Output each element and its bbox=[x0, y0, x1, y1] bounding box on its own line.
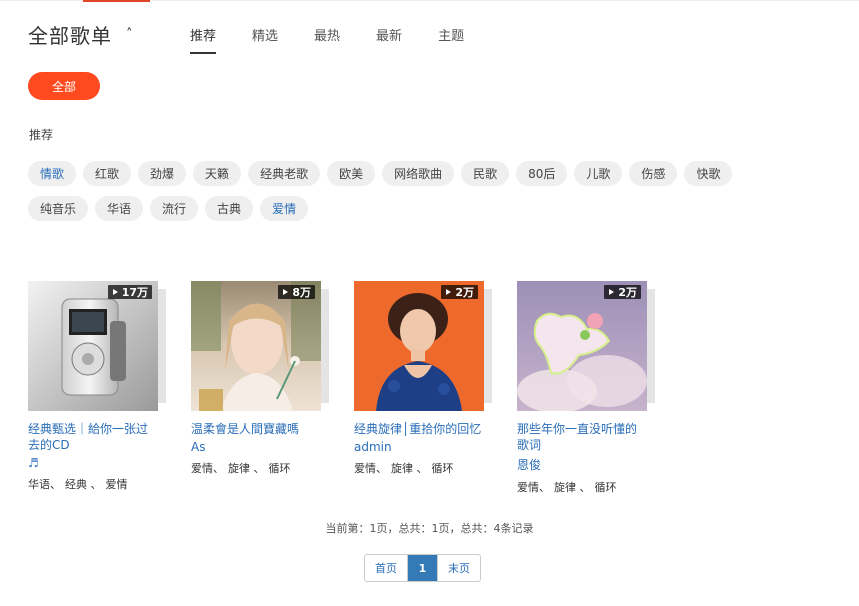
tab-theme[interactable]: 主题 bbox=[438, 25, 464, 54]
tag-chip[interactable]: 爱情 bbox=[260, 196, 309, 221]
playlist-card: 17万 经典甄选｜給你一张过去的CD ♬ 华语、 经典 、 爱情 bbox=[28, 281, 166, 495]
playlist-title[interactable]: 经典旋律│重拾你的回忆 bbox=[354, 421, 484, 437]
tag-chip[interactable]: 快歌 bbox=[684, 161, 733, 186]
first-page-button[interactable]: 首页 bbox=[365, 555, 407, 581]
tag-chip[interactable]: 流行 bbox=[150, 196, 199, 221]
tag-row: 纯音乐 华语 流行 古典 爱情 bbox=[28, 196, 808, 221]
tag-chip[interactable]: 天籁 bbox=[193, 161, 242, 186]
playlist-author[interactable]: ♬ bbox=[28, 456, 158, 470]
tag-chip[interactable]: 欧美 bbox=[327, 161, 376, 186]
unicorn-cloud-image bbox=[517, 281, 647, 411]
play-count: 2万 bbox=[455, 286, 474, 299]
playlist-tag[interactable]: 循环 bbox=[595, 479, 617, 495]
play-count: 8万 bbox=[292, 286, 311, 299]
tag-cloud: 情歌 红歌 劲爆 天籁 经典老歌 欧美 网络歌曲 民歌 80后 儿歌 伤感 快歌 纯音乐 华语 流行 古典爱… bbox=[28, 161, 808, 231]
last-page-button[interactable]: 末页 bbox=[437, 555, 480, 581]
tag-chip[interactable]: 纯音乐 bbox=[28, 196, 89, 221]
play-count: 17万 bbox=[121, 286, 148, 299]
tab-recommend[interactable]: 推荐 bbox=[190, 25, 217, 54]
playlist-title[interactable]: 那些年你一直没听懂的歌词 bbox=[517, 421, 647, 453]
chevron-up-icon[interactable]: ˄ bbox=[126, 28, 133, 41]
playlist-tag[interactable]: 爱情 bbox=[106, 476, 128, 492]
playlist-author[interactable]: 恩俊 bbox=[517, 456, 647, 473]
nav-active-indicator bbox=[83, 0, 150, 2]
play-count-badge: 8万 bbox=[278, 285, 315, 299]
all-button[interactable]: 全部 bbox=[28, 72, 100, 100]
playlist-tag[interactable]: 循环 bbox=[269, 460, 291, 476]
playlist-tag[interactable]: 旋律 、 bbox=[554, 479, 591, 495]
playlist-title[interactable]: 温柔會是人間寶藏嗎 bbox=[191, 421, 321, 437]
tab-featured[interactable]: 精选 bbox=[252, 25, 278, 54]
tag-chip[interactable]: 华语 bbox=[95, 196, 144, 221]
playlist-tag[interactable]: 旋律 、 bbox=[228, 460, 265, 476]
cover-wrap: 17万 bbox=[28, 281, 166, 411]
playlist-tags: 爱情、 旋律 、 循环 bbox=[517, 479, 647, 495]
playlist-author[interactable]: As bbox=[191, 440, 321, 454]
playlist-tag[interactable]: 爱情、 bbox=[354, 460, 387, 476]
pagination: 首页 1 末页 bbox=[364, 554, 481, 582]
pagination-summary: 当前第：1页，总共：1页，总共：4条记录 bbox=[325, 522, 534, 535]
play-icon bbox=[112, 289, 118, 295]
playlist-title[interactable]: 经典甄选｜給你一张过去的CD bbox=[28, 421, 158, 453]
section-label: 推荐 bbox=[29, 128, 54, 142]
current-page-button[interactable]: 1 bbox=[407, 555, 437, 581]
tab-newest[interactable]: 最新 bbox=[376, 25, 402, 54]
tag-chip[interactable]: 情歌 bbox=[28, 161, 77, 186]
page-title: 全部歌单 bbox=[28, 24, 112, 48]
playlist-tag[interactable]: 旋律 、 bbox=[391, 460, 428, 476]
tag-chip[interactable]: 经典老歌 bbox=[248, 161, 321, 186]
playlist-tags: 爱情、 旋律 、 循环 bbox=[354, 460, 484, 476]
playlist-cover[interactable]: 8万 bbox=[191, 281, 321, 411]
play-count: 2万 bbox=[618, 286, 637, 299]
tag-row: 情歌 红歌 劲爆 天籁 经典老歌 欧美 网络歌曲 民歌 80后 儿歌 伤感 快歌 bbox=[28, 161, 808, 186]
tag-chip[interactable]: 劲爆 bbox=[138, 161, 187, 186]
playlist-tag[interactable]: 爱情、 bbox=[191, 460, 224, 476]
play-count-badge: 2万 bbox=[441, 285, 478, 299]
playlist-tag[interactable]: 华语、 bbox=[28, 476, 61, 492]
playlist-tag[interactable]: 经典 、 bbox=[65, 476, 102, 492]
cover-wrap: 8万 bbox=[191, 281, 329, 411]
tag-chip[interactable]: 儿歌 bbox=[574, 161, 623, 186]
tag-chip[interactable]: 伤感 bbox=[629, 161, 678, 186]
tag-chip[interactable]: 红歌 bbox=[83, 161, 132, 186]
playlist-tags: 华语、 经典 、 爱情 bbox=[28, 476, 158, 492]
singer-portrait-image bbox=[354, 281, 484, 411]
tag-chip[interactable]: 古典 bbox=[205, 196, 254, 221]
tag-chip[interactable]: 民歌 bbox=[461, 161, 510, 186]
tag-chip[interactable]: 80后 bbox=[516, 161, 568, 186]
playlist-author[interactable]: admin bbox=[354, 440, 484, 454]
playlist-tag[interactable]: 循环 bbox=[432, 460, 454, 476]
mp3-player-image bbox=[28, 281, 158, 411]
tag-chip[interactable]: 网络歌曲 bbox=[382, 161, 455, 186]
cover-wrap: 2万 bbox=[517, 281, 655, 411]
playlist-grid: 17万 经典甄选｜給你一张过去的CD ♬ 华语、 经典 、 爱情 8万 温柔會是… bbox=[28, 281, 680, 495]
girl-with-flower-image bbox=[191, 281, 321, 411]
playlist-cover[interactable]: 2万 bbox=[517, 281, 647, 411]
playlist-tag[interactable]: 爱情、 bbox=[517, 479, 550, 495]
playlist-card: 2万 那些年你一直没听懂的歌词 恩俊 爱情、 旋律 、 循环 bbox=[517, 281, 655, 495]
playlist-card: 2万 经典旋律│重拾你的回忆 admin 爱情、 旋律 、 循环 bbox=[354, 281, 492, 495]
play-icon bbox=[283, 289, 289, 295]
play-icon bbox=[446, 289, 452, 295]
play-count-badge: 17万 bbox=[107, 285, 152, 299]
play-icon bbox=[609, 289, 615, 295]
header: 全部歌单 ˄ bbox=[28, 20, 133, 49]
playlist-card: 8万 温柔會是人間寶藏嗎 As 爱情、 旋律 、 循环 bbox=[191, 281, 329, 495]
playlist-tags: 爱情、 旋律 、 循环 bbox=[191, 460, 321, 476]
cover-wrap: 2万 bbox=[354, 281, 492, 411]
playlist-cover[interactable]: 2万 bbox=[354, 281, 484, 411]
play-count-badge: 2万 bbox=[604, 285, 641, 299]
tab-hottest[interactable]: 最热 bbox=[314, 25, 340, 54]
playlist-cover[interactable]: 17万 bbox=[28, 281, 158, 411]
category-tabs: 推荐 精选 最热 最新 主题 bbox=[190, 25, 500, 54]
